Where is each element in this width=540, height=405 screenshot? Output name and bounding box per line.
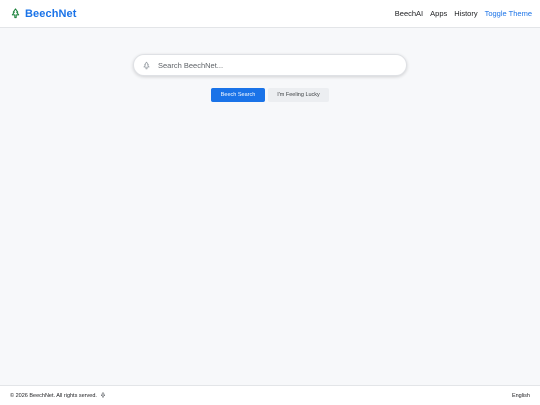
toggle-theme-link[interactable]: Toggle Theme xyxy=(485,9,532,18)
brand-name: BeechNet xyxy=(25,7,77,20)
brand-logo[interactable]: BeechNet xyxy=(10,8,77,20)
nav-link-apps[interactable]: Apps xyxy=(430,9,447,18)
nav-link-history[interactable]: History xyxy=(454,9,477,18)
search-input[interactable] xyxy=(158,60,398,70)
beech-search-button[interactable]: Beech Search xyxy=(211,88,265,102)
search-buttons: Beech Search I'm Feeling Lucky xyxy=(211,88,329,102)
header-nav: BeechAI Apps History Toggle Theme xyxy=(395,9,532,18)
top-bar: BeechNet BeechAI Apps History Toggle The… xyxy=(0,0,540,28)
language-link[interactable]: English xyxy=(512,393,530,399)
footer: © 2026 BeechNet. All rights served. Engl… xyxy=(0,385,540,405)
nav-link-beechai[interactable]: BeechAI xyxy=(395,9,423,18)
tree-logo-icon xyxy=(10,8,21,19)
footer-copyright-group: © 2026 BeechNet. All rights served. xyxy=(10,391,106,400)
feeling-lucky-button[interactable]: I'm Feeling Lucky xyxy=(268,88,329,102)
tree-icon xyxy=(100,391,106,400)
copyright-text: © 2026 BeechNet. All rights served. xyxy=(10,392,97,399)
tree-search-icon xyxy=(142,61,151,70)
search-box[interactable] xyxy=(133,54,407,76)
